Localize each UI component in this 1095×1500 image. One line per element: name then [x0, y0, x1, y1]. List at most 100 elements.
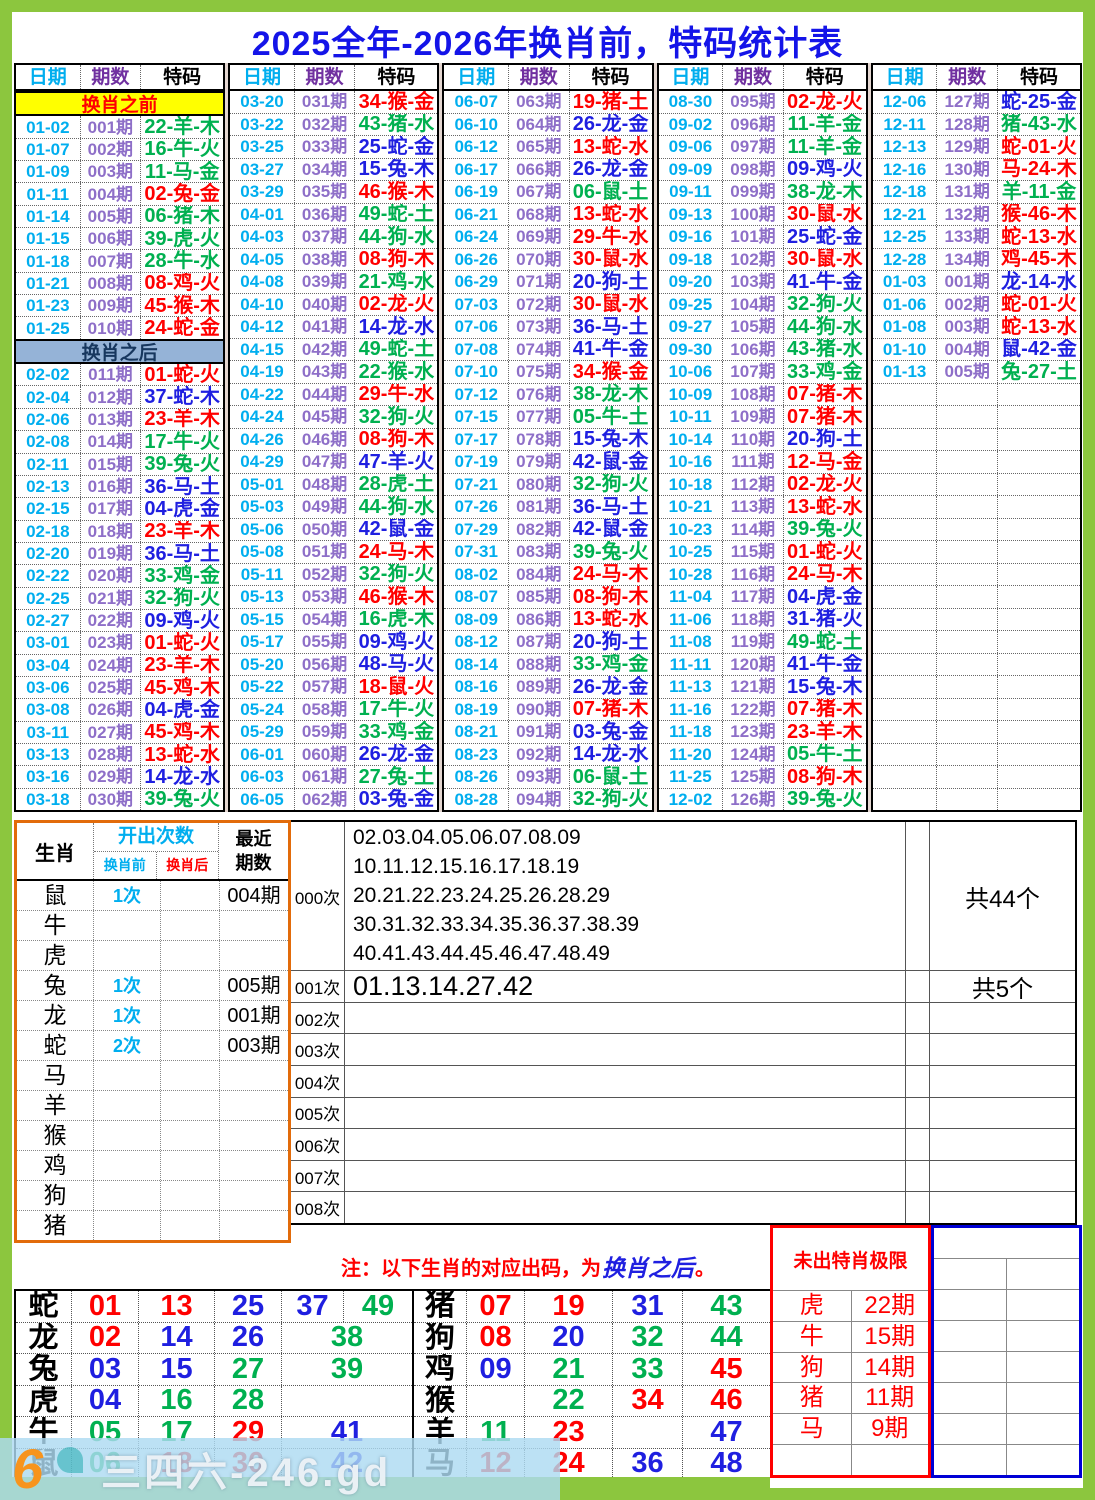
tema-cell: 43-猪-水: [786, 338, 863, 360]
period-cell: 003期: [937, 316, 998, 338]
date-cell: 09-18: [659, 248, 724, 270]
period-row: 11-16 122期 07-猪-木: [658, 697, 866, 720]
date-cell: 05-01: [230, 473, 295, 495]
period-row: 02-11 015期 39-兔-火: [16, 452, 224, 475]
period-row: 06-12 065期 13-蛇-水: [444, 135, 652, 158]
date-cell: 03-08: [16, 699, 81, 721]
period-cell: 085期: [509, 586, 570, 608]
header-date: 日期: [659, 65, 724, 89]
tema-cell: 17-牛-火: [358, 698, 435, 720]
date-cell: 09-16: [659, 226, 724, 248]
stats-recent-period: [220, 1091, 288, 1120]
period-row: 01-18 007期 28-牛-水: [16, 249, 224, 272]
stats-after-count: [161, 941, 220, 970]
stats-recent-period: [220, 1061, 288, 1090]
date-cell: 05-13: [230, 586, 295, 608]
stats-after-count: [161, 971, 220, 1000]
tema-cell: 36-马-土: [144, 475, 220, 498]
period-row: 04-15 042期 49-蛇-土: [230, 337, 438, 360]
tema-cell: 44-狗-水: [358, 226, 435, 248]
period-cell: 112期: [723, 473, 784, 495]
after-change-band: 换肖之后: [16, 338, 224, 365]
stats-before-count: 1次: [94, 971, 161, 1000]
empty-period-cell: [937, 383, 998, 405]
period-cell: 026期: [81, 699, 142, 721]
stats-col-after: 换肖后: [166, 857, 209, 873]
date-cell: 10-09: [659, 383, 724, 405]
counter-row: 005次: [291, 1096, 1075, 1129]
empty-period-row: [872, 585, 1081, 608]
tema-cell: 02-兔-金: [144, 183, 220, 205]
period-row: 05-13 053期 46-猴-木: [230, 585, 438, 608]
period-cell: 020期: [81, 565, 142, 587]
map-number-cell: 49: [343, 1291, 412, 1322]
stats-before-count: [94, 1151, 161, 1180]
tema-cell: 猴-46-木: [1001, 203, 1077, 225]
date-cell: 12-02: [659, 788, 724, 810]
header-period: 期数: [295, 65, 356, 89]
date-cell: 08-16: [444, 676, 510, 698]
map-number-cell: 26: [214, 1322, 281, 1353]
blue-box-cell: [1006, 1352, 1079, 1382]
blue-box-row: [934, 1258, 1079, 1289]
period-row: 07-17 078期 15-兔-木: [444, 427, 652, 450]
tema-cell: 25-蛇-金: [786, 226, 863, 248]
tema-cell: 42-鼠-金: [572, 451, 649, 473]
map-number-cell: 01: [71, 1291, 138, 1322]
empty-date-cell: [873, 518, 938, 540]
period-row: 11-20 124期 05-牛-土: [658, 742, 866, 765]
period-row: 10-14 110期 20-狗-土: [658, 427, 866, 450]
empty-tema-cell: [998, 631, 1080, 653]
period-cell: 062期: [295, 788, 356, 810]
date-cell: 04-19: [230, 361, 295, 383]
period-cell: 125期: [723, 766, 784, 788]
period-cell: 069期: [509, 226, 570, 248]
limit-row: 虎 22期: [773, 1290, 928, 1321]
period-table-header: 日期 期数 特码: [658, 65, 866, 91]
tema-cell: 30-鼠-水: [572, 293, 649, 315]
empty-period-cell: [937, 743, 998, 765]
tema-cell: 44-狗-水: [786, 316, 863, 338]
empty-tema-cell: [998, 699, 1080, 721]
empty-tema-cell: [998, 519, 1080, 541]
period-row: 08-21 091期 03-兔-金: [444, 720, 652, 743]
period-cell: 100期: [723, 203, 784, 225]
empty-blue-box: [931, 1225, 1082, 1478]
period-row: 02-04 012期 37-蛇-木: [16, 385, 224, 408]
tema-cell: 32-狗-火: [572, 788, 649, 810]
stats-col-subheaders: 换肖前 换肖后: [94, 852, 218, 879]
date-cell: 11-08: [659, 631, 724, 653]
stats-row: 鼠 1次 004期: [17, 881, 288, 910]
empty-period-row: [872, 472, 1081, 495]
tema-cell: 11-羊-金: [787, 113, 862, 135]
period-cell: 081期: [509, 496, 570, 518]
stats-row: 猪: [17, 1210, 288, 1240]
tema-cell: 26-龙-金: [572, 113, 649, 135]
period-row: 03-20 031期 34-猴-金: [230, 91, 437, 113]
date-cell: 12-28: [873, 248, 938, 270]
tema-cell: 19-猪-土: [572, 91, 649, 113]
empty-tema-cell: [998, 496, 1080, 518]
date-cell: 11-18: [659, 721, 724, 743]
date-cell: 11-25: [659, 766, 724, 788]
date-cell: 03-27: [230, 158, 295, 180]
period-row: 10-06 107期 33-鸡-金: [658, 360, 866, 383]
period-cell: 110期: [723, 428, 784, 450]
empty-period-row: [872, 450, 1081, 473]
date-cell: 02-20: [16, 542, 81, 565]
date-cell: 08-14: [444, 653, 510, 675]
date-cell: 09-02: [659, 113, 724, 135]
tema-cell: 02-龙-火: [358, 293, 435, 315]
date-cell: 03-01: [16, 632, 81, 654]
period-row: 01-07 002期 16-牛-火: [16, 137, 224, 161]
tema-cell: 41-牛-金: [786, 653, 863, 675]
date-cell: 08-07: [444, 586, 510, 608]
tema-cell: 羊-11-金: [1001, 181, 1077, 203]
tema-cell: 07-猪-木: [786, 383, 863, 405]
date-cell: 02-18: [16, 520, 81, 542]
period-row: 04-12 041期 14-龙-水: [230, 315, 438, 338]
period-row: 03-04 024期 23-羊-木: [16, 653, 224, 676]
date-cell: 01-02: [16, 116, 81, 138]
period-cell: 133期: [937, 226, 998, 248]
tema-cell: 30-鼠-水: [786, 248, 863, 270]
